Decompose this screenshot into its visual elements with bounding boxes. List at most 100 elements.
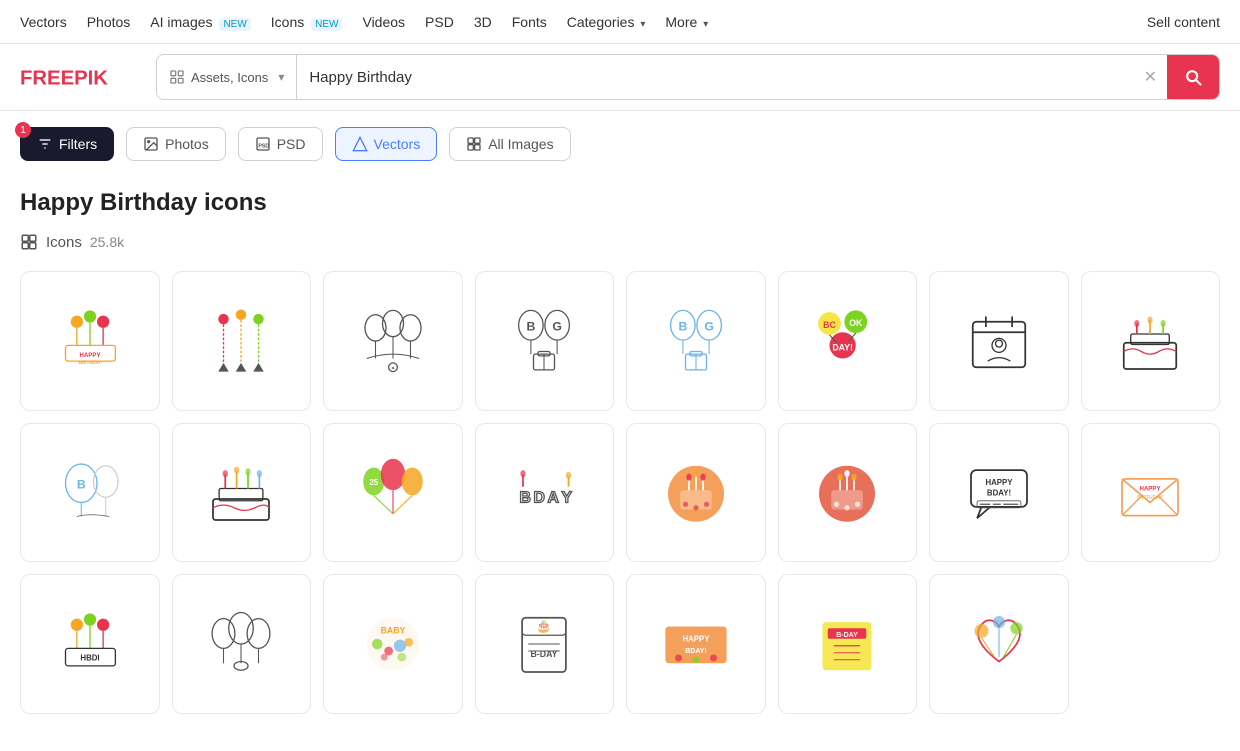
- psd-filter-label: PSD: [277, 136, 306, 152]
- icon-card-22[interactable]: B-DAY: [778, 574, 918, 714]
- svg-text:HAPPY: HAPPY: [985, 478, 1013, 487]
- icon-card-4[interactable]: B G: [475, 271, 615, 411]
- svg-text:B: B: [77, 478, 86, 492]
- freepik-logo-image: FREEPIK: [20, 62, 140, 92]
- icon-card-19[interactable]: BABY: [323, 574, 463, 714]
- all-images-filter-icon: [466, 136, 482, 152]
- sell-content-link[interactable]: Sell content: [1147, 14, 1220, 30]
- icon-card-13[interactable]: [626, 423, 766, 563]
- icon-card-16[interactable]: HAPPY BIRTHDAY: [1081, 423, 1221, 563]
- nav-ai-images[interactable]: AI images NEW: [150, 14, 250, 30]
- filters-button[interactable]: 1 Filters: [20, 127, 114, 161]
- search-type-label: Assets, Icons: [191, 70, 268, 85]
- icon-6-image: BC OK DAY!: [812, 306, 882, 376]
- more-arrow-icon: ▾: [703, 19, 708, 30]
- nav-psd[interactable]: PSD: [425, 14, 454, 30]
- icon-card-8[interactable]: [1081, 271, 1221, 411]
- psd-filter-button[interactable]: PSD PSD: [238, 127, 323, 161]
- icon-12-image: B D A Y: [509, 457, 579, 527]
- photos-filter-button[interactable]: Photos: [126, 127, 226, 161]
- svg-text:G: G: [704, 319, 714, 333]
- vectors-filter-label: Vectors: [374, 136, 421, 152]
- icon-card-2[interactable]: [172, 271, 312, 411]
- svg-text:A: A: [548, 490, 559, 507]
- icon-10-image: [206, 457, 276, 527]
- icon-card-5[interactable]: B G: [626, 271, 766, 411]
- icon-card-18[interactable]: [172, 574, 312, 714]
- icon-21-image: HAPPY BDAY!: [661, 609, 731, 679]
- search-button[interactable]: [1167, 55, 1219, 99]
- all-images-filter-button[interactable]: All Images: [449, 127, 570, 161]
- svg-text:B: B: [520, 490, 531, 507]
- svg-text:HAPPY: HAPPY: [1140, 486, 1161, 493]
- svg-text:✦: ✦: [391, 366, 395, 372]
- icon-card-23[interactable]: [929, 574, 1069, 714]
- svg-text:25: 25: [369, 478, 378, 487]
- icon-card-20[interactable]: B-DAY 🎂: [475, 574, 615, 714]
- icon-card-10[interactable]: [172, 423, 312, 563]
- nav-icons[interactable]: Icons NEW: [271, 14, 343, 30]
- svg-text:DAY!: DAY!: [833, 342, 854, 352]
- icon-card-15[interactable]: HAPPY BDAY!: [929, 423, 1069, 563]
- icon-23-image: [964, 609, 1034, 679]
- svg-text:BABY: BABY: [380, 625, 405, 635]
- icon-card-12[interactable]: B D A Y: [475, 423, 615, 563]
- svg-text:Y: Y: [562, 490, 573, 507]
- search-bar: Assets, Icons ▾ ✕: [156, 54, 1220, 100]
- svg-text:PSD: PSD: [258, 143, 269, 149]
- section-label: Icons 25.8k: [20, 233, 1220, 251]
- icon-17-image: HBDI: [55, 609, 125, 679]
- vectors-filter-icon: [352, 136, 368, 152]
- search-clear-button[interactable]: ✕: [1134, 67, 1167, 87]
- categories-arrow-icon: ▾: [640, 19, 645, 30]
- icon-card-7[interactable]: [929, 271, 1069, 411]
- icon-card-21[interactable]: HAPPY BDAY!: [626, 574, 766, 714]
- top-navigation: Vectors Photos AI images NEW Icons NEW V…: [0, 0, 1240, 44]
- icon-card-1[interactable]: HAPPY -BIRTHDAY-: [20, 271, 160, 411]
- vectors-filter-button[interactable]: Vectors: [335, 127, 438, 161]
- filter-badge: 1: [15, 122, 31, 138]
- icon-card-14[interactable]: [778, 423, 918, 563]
- icon-20-image: B-DAY 🎂: [509, 609, 579, 679]
- icon-card-3[interactable]: ✦: [323, 271, 463, 411]
- icon-11-image: 25: [358, 457, 428, 527]
- svg-text:HAPPY: HAPPY: [682, 634, 710, 643]
- svg-text:BC: BC: [823, 320, 836, 330]
- nav-more[interactable]: More ▾: [665, 14, 708, 30]
- icon-13-image: [661, 457, 731, 527]
- svg-text:HBDI: HBDI: [80, 653, 99, 662]
- all-images-filter-label: All Images: [488, 136, 553, 152]
- icon-16-image: HAPPY BIRTHDAY: [1115, 457, 1185, 527]
- svg-text:D: D: [534, 490, 545, 507]
- svg-text:BIRTHDAY: BIRTHDAY: [1137, 495, 1164, 501]
- nav-fonts[interactable]: Fonts: [512, 14, 547, 30]
- logo[interactable]: FREEPIK: [20, 62, 140, 92]
- header: FREEPIK Assets, Icons ▾ ✕: [0, 44, 1240, 111]
- page-title: Happy Birthday icons: [20, 189, 1220, 217]
- nav-videos[interactable]: Videos: [362, 14, 405, 30]
- icon-card-9[interactable]: B: [20, 423, 160, 563]
- icon-8-image: [1115, 306, 1185, 376]
- icon-card-17[interactable]: HBDI: [20, 574, 160, 714]
- search-input[interactable]: [297, 55, 1133, 99]
- icon-card-11[interactable]: 25: [323, 423, 463, 563]
- nav-3d[interactable]: 3D: [474, 14, 492, 30]
- search-type-arrow-icon: ▾: [278, 70, 284, 84]
- icon-14-image: [812, 457, 882, 527]
- nav-categories[interactable]: Categories ▾: [567, 14, 646, 30]
- icon-grid: HAPPY -BIRTHDAY-: [20, 271, 1220, 714]
- filter-icon: [37, 136, 53, 152]
- search-type-selector[interactable]: Assets, Icons ▾: [157, 55, 297, 99]
- main-content: Happy Birthday icons Icons 25.8k HAPPY -…: [0, 169, 1240, 734]
- icon-15-image: HAPPY BDAY!: [964, 457, 1034, 527]
- icon-card-6[interactable]: BC OK DAY!: [778, 271, 918, 411]
- top-nav-links: Vectors Photos AI images NEW Icons NEW V…: [20, 14, 708, 30]
- svg-text:HAPPY: HAPPY: [79, 352, 100, 359]
- icons-badge: NEW: [311, 18, 342, 31]
- nav-photos[interactable]: Photos: [87, 14, 131, 30]
- nav-vectors[interactable]: Vectors: [20, 14, 67, 30]
- svg-text:G: G: [553, 319, 563, 333]
- icon-18-image: [206, 609, 276, 679]
- top-nav-right: Sell content: [1147, 14, 1220, 30]
- icon-3-image: ✦: [358, 306, 428, 376]
